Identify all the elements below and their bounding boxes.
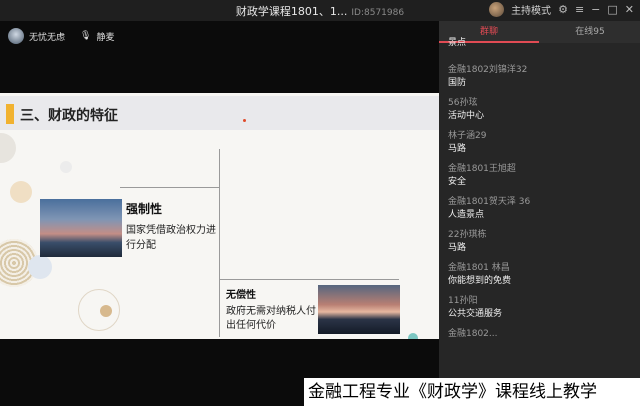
message-text: 安全 <box>448 177 467 187</box>
message-sender: 金融1801 林昌 <box>448 263 510 273</box>
chat-message: 22孙琪栋 马路 <box>448 229 638 262</box>
message-text: 人造景点 <box>448 210 485 220</box>
decorative-circle <box>10 181 32 203</box>
decorative-circle <box>60 161 72 173</box>
title-bar-controls: 主持模式 ⚙ ≡ − □ ✕ <box>489 2 634 17</box>
decorative-circle <box>28 255 52 279</box>
feature-title-gratuitous: 无偿性 <box>226 290 256 301</box>
subtitle-caption: 金融工程专业《财政学》课程线上教学 <box>304 378 640 406</box>
message-text: 活动中心 <box>448 111 485 121</box>
message-sender: 金融1801贺天泽 36 <box>448 197 531 207</box>
menu-icon[interactable]: ≡ <box>575 3 584 16</box>
close-icon[interactable]: ✕ <box>625 3 634 16</box>
user-avatar[interactable] <box>489 2 505 17</box>
chat-message: 11孙阳 公共交通服务 <box>448 295 638 328</box>
settings-icon[interactable]: ⚙ <box>558 3 568 16</box>
divider-horizontal <box>120 187 220 188</box>
mic-label[interactable]: 静麦 <box>96 30 114 43</box>
message-text: 你能想到的免费 <box>448 276 512 286</box>
slide-header: 三、财政的特征 <box>0 96 439 130</box>
decorative-dot <box>243 119 246 122</box>
divider-vertical <box>219 149 220 337</box>
header-accent-bar <box>6 104 14 124</box>
message-sender: 林子涵29 <box>448 131 487 141</box>
feature-desc-gratuitous: 政府无需对纳税人付出任何代价 <box>226 306 316 331</box>
chat-message: 林子涵29 马路 <box>448 130 638 163</box>
message-sender: 金融1802... <box>448 329 498 339</box>
decorative-circle <box>408 333 418 339</box>
mic-icon[interactable]: 🎙 <box>80 31 91 41</box>
chat-message: 金融1801贺天泽 36 人造景点 <box>448 196 638 229</box>
chat-message: 金融1802刘锦洋32 国防 <box>448 64 638 97</box>
slide-heading: 三、财政的特征 <box>20 108 118 124</box>
divider-horizontal <box>219 279 399 280</box>
presenter-avatar <box>8 28 24 44</box>
chat-message: 金融1801王旭超 安全 <box>448 163 638 196</box>
chat-message: 56孙玹 活动中心 <box>448 97 638 130</box>
presenter-name: 无忧无虑 <box>29 32 66 43</box>
presenter-info: 无忧无虑 🎙 静麦 <box>8 28 114 44</box>
message-sender: 56孙玹 <box>448 98 478 108</box>
feature-desc-coercive: 国家凭借政治权力进行分配 <box>126 225 216 251</box>
chat-message: 景点 <box>448 37 638 64</box>
title-bar: 财政学课程1801、1... ID:8571986 主持模式 ⚙ ≡ − □ ✕ <box>0 0 640 21</box>
minimize-icon[interactable]: − <box>591 3 600 16</box>
message-sender: 金融1801王旭超 <box>448 164 516 174</box>
chat-message: 金融1801 林昌 你能想到的免费 <box>448 262 638 295</box>
message-sender: 金融1802刘锦洋32 <box>448 65 528 75</box>
city-image <box>40 199 122 257</box>
decorative-circle <box>0 133 16 163</box>
chat-message: 金融1802... <box>448 328 638 361</box>
slide: 三、财政的特征 强制性 国家凭借政治权力进行分配 无偿性 政府无需对纳税人付出任… <box>0 93 439 339</box>
message-text: 马路 <box>448 144 467 154</box>
feature-title-coercive: 强制性 <box>126 202 163 216</box>
message-text: 马路 <box>448 243 467 253</box>
message-sender: 11孙阳 <box>448 296 478 306</box>
mode-label[interactable]: 主持模式 <box>511 2 551 17</box>
message-text: 公共交通服务 <box>448 309 503 319</box>
video-stage: 无忧无虑 🎙 静麦 三、财政的特征 强制性 国家凭借政治权力进行分配 无偿性 政… <box>0 21 439 406</box>
message-sender: 22孙琪栋 <box>448 230 487 240</box>
course-title: 财政学课程1801、1... <box>235 5 348 18</box>
message-text: 国防 <box>448 78 467 88</box>
chat-panel: 群聊 在线95 景点 金融1802刘锦洋32 国防 56孙玹 活动中心 林子涵2… <box>439 21 640 406</box>
maximize-icon[interactable]: □ <box>607 3 617 16</box>
message-text: 景点 <box>448 38 467 48</box>
city-image <box>318 285 400 334</box>
chat-message-list[interactable]: 景点 金融1802刘锦洋32 国防 56孙玹 活动中心 林子涵29 马路 金融1… <box>448 37 638 361</box>
room-id: ID:8571986 <box>351 8 405 18</box>
decorative-circle <box>78 289 120 331</box>
